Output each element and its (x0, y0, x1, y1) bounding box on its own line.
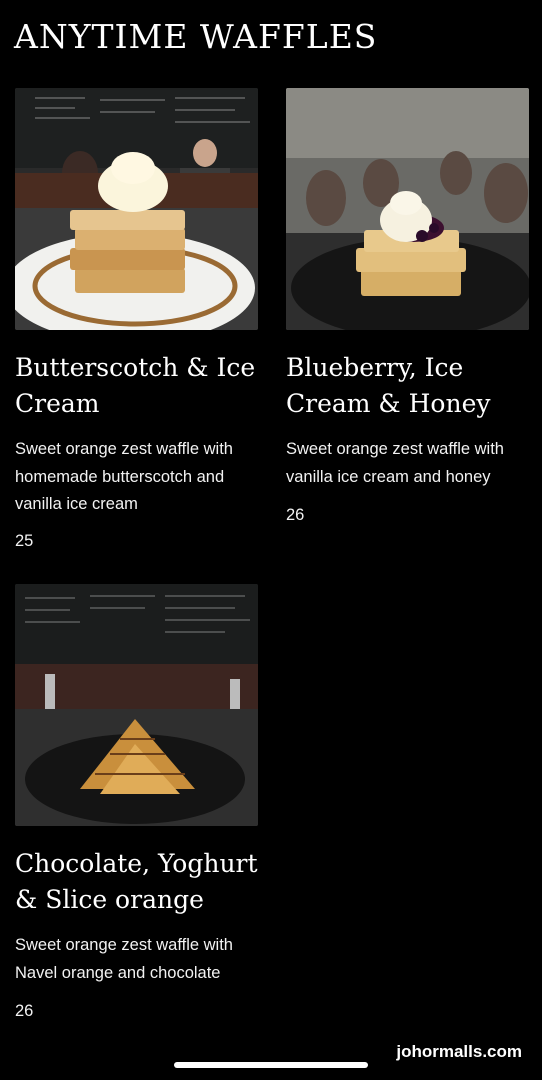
home-indicator[interactable] (174, 1062, 368, 1068)
dish-price: 26 (15, 1002, 34, 1020)
dish-photo[interactable] (15, 584, 258, 826)
dish-photo[interactable] (286, 88, 529, 330)
menu-item-card[interactable]: Blueberry, Ice Cream & Honey Sweet orang… (286, 88, 529, 528)
dish-photo[interactable] (15, 88, 258, 330)
dish-price: 26 (286, 506, 305, 524)
menu-item-card[interactable]: Butterscotch & Ice Cream Sweet orange ze… (15, 88, 258, 558)
dish-description: Sweet orange zest waffle with homemade b… (15, 440, 233, 513)
section-title: ANYTIME WAFFLES (14, 17, 378, 56)
dish-name: Butterscotch & Ice Cream (15, 353, 256, 418)
dish-name: Chocolate, Yoghurt & Slice orange (15, 849, 258, 914)
dish-name: Blueberry, Ice Cream & Honey (286, 353, 491, 418)
dish-price: 25 (15, 532, 34, 550)
watermark: johormalls.com (396, 1042, 522, 1061)
menu-item-card[interactable]: Chocolate, Yoghurt & Slice orange Sweet … (15, 584, 258, 1024)
dish-description: Sweet orange zest waffle with vanilla ic… (286, 440, 504, 486)
dish-description: Sweet orange zest waffle with Navel oran… (15, 936, 233, 982)
